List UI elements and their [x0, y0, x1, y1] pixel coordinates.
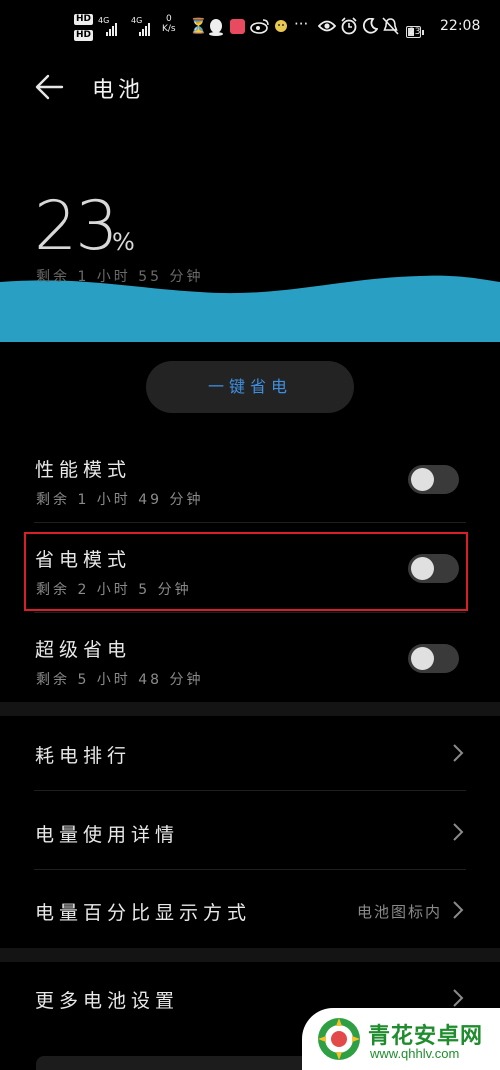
moon-icon	[362, 18, 378, 34]
more-icon: ···	[294, 15, 309, 33]
chevron-right-icon	[453, 823, 464, 841]
net-speed: 0 K/s	[162, 14, 176, 34]
divider	[34, 522, 466, 523]
eye-icon	[318, 20, 336, 32]
watermark-url: www.qhhlv.com	[370, 1046, 460, 1061]
section-separator	[0, 702, 500, 716]
chevron-right-icon	[453, 989, 464, 1007]
nav-label: 电量使用详情	[35, 824, 180, 846]
battery-level-text: 23	[409, 27, 421, 37]
hourglass-icon: ⏳	[189, 17, 208, 35]
status-bar: HD HD 4G 4G 0 K/s ⏳ ··· 23 22:08	[0, 0, 500, 52]
divider	[34, 612, 466, 613]
highlight-box	[24, 532, 468, 611]
battery-percent-sign: %	[112, 228, 135, 256]
signal-icon-1	[106, 22, 117, 36]
qq-icon	[209, 19, 223, 36]
hd-badge-1: HD	[74, 14, 94, 25]
back-arrow-icon[interactable]	[34, 72, 64, 102]
chevron-right-icon	[453, 744, 464, 762]
battery-remaining-time: 剩余 1 小时 55 分钟	[36, 269, 204, 285]
net-speed-unit: K/s	[162, 24, 176, 34]
nav-label: 更多电池设置	[35, 990, 180, 1012]
app-icon	[230, 19, 245, 34]
mode-sub: 剩余 5 小时 48 分钟	[36, 672, 204, 688]
mode-sub: 剩余 1 小时 49 分钟	[36, 492, 204, 508]
super-saving-toggle[interactable]	[408, 644, 459, 673]
nav-value: 电池图标内	[356, 903, 442, 921]
net-speed-value: 0	[165, 14, 172, 24]
nav-label: 耗电排行	[35, 745, 132, 767]
performance-toggle[interactable]	[408, 465, 459, 494]
divider	[34, 869, 466, 870]
signal-icon-2	[139, 22, 150, 36]
hd-badge-2: HD	[74, 30, 94, 41]
status-time: 22:08	[440, 18, 481, 34]
battery-icon: 23	[406, 26, 422, 38]
chevron-right-icon	[453, 901, 464, 919]
watermark-logo-icon	[318, 1018, 360, 1060]
battery-percent: 23	[34, 187, 119, 266]
alarm-icon	[341, 17, 357, 35]
nav-item-percent-display[interactable]: 电量百分比显示方式 电池图标内	[0, 898, 500, 976]
mode-label: 性能模式	[35, 459, 132, 481]
one-key-save-button[interactable]: 一键省电	[146, 361, 354, 413]
emoji-icon	[275, 20, 287, 32]
bell-off-icon	[382, 17, 399, 35]
nav-item-usage-details[interactable]: 电量使用详情	[0, 820, 500, 898]
page-title: 电池	[92, 78, 145, 103]
nav-label: 电量百分比显示方式	[35, 902, 252, 924]
mode-label: 超级省电	[35, 639, 132, 661]
nav-item-power-ranking[interactable]: 耗电排行	[0, 741, 500, 819]
weibo-icon	[250, 19, 269, 34]
section-separator	[0, 948, 500, 962]
divider	[34, 790, 466, 791]
